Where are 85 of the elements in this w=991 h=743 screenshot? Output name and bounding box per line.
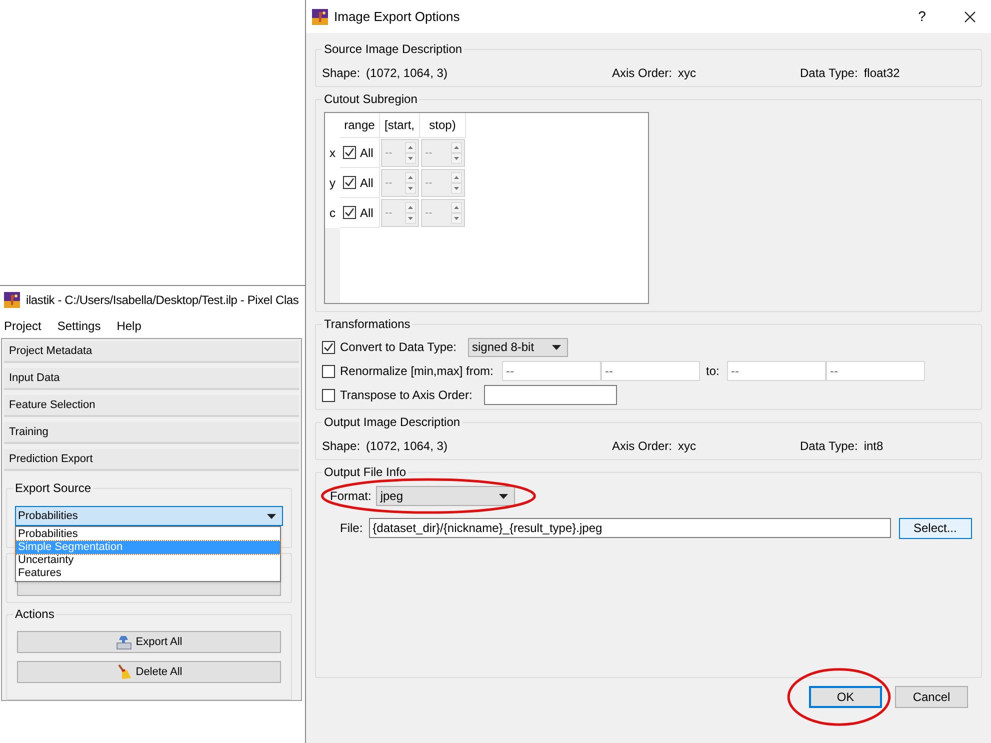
row-header: x bbox=[325, 138, 340, 168]
spin-arrows-icon bbox=[405, 142, 416, 164]
checkbox[interactable] bbox=[322, 340, 335, 354]
dropdown-value: Probabilities bbox=[18, 508, 78, 524]
field-label: File: bbox=[340, 520, 363, 537]
spin-arrows-icon bbox=[451, 142, 462, 164]
window-title: ilastik - C:/Users/Isabella/Desktop/Test.ilp - Pixel Clas bbox=[26, 292, 299, 308]
menu-item[interactable]: Settings bbox=[57, 316, 101, 334]
checkbox[interactable] bbox=[343, 206, 356, 219]
broom-icon bbox=[116, 664, 132, 680]
dropdown-value: signed 8-bit bbox=[472, 339, 534, 356]
field-label: Shape: bbox=[322, 65, 360, 82]
action-button[interactable]: Export All bbox=[17, 631, 281, 653]
window-title: Image Export Options bbox=[334, 8, 461, 26]
checkbox[interactable] bbox=[343, 146, 356, 159]
spin-arrows-icon bbox=[405, 202, 416, 224]
applet-header[interactable]: Feature Selection bbox=[4, 395, 299, 417]
checkbox-label: Convert to Data Type: bbox=[340, 339, 458, 356]
checkbox[interactable] bbox=[322, 388, 335, 402]
applet-header[interactable]: Training bbox=[4, 422, 299, 444]
checkbox-label: Transpose to Axis Order: bbox=[340, 387, 474, 404]
dropdown-option[interactable]: Probabilities bbox=[16, 528, 280, 541]
field-label: Format: bbox=[330, 488, 372, 505]
field-value: int8 bbox=[864, 438, 884, 455]
checkbox-label: All bbox=[360, 204, 374, 222]
input-field[interactable]: -- bbox=[502, 361, 601, 381]
dropdown-value: jpeg bbox=[380, 488, 404, 505]
field-value: xyc bbox=[678, 438, 696, 455]
dialog-button[interactable]: Cancel bbox=[895, 686, 968, 708]
group-title: Output Image Description bbox=[322, 415, 462, 429]
field-value: (1072, 1064, 3) bbox=[366, 438, 448, 455]
field-label: Shape: bbox=[322, 438, 360, 455]
tray-icon bbox=[116, 634, 132, 650]
input-field[interactable] bbox=[484, 385, 617, 405]
menu-item[interactable]: Project bbox=[4, 316, 42, 334]
close-icon[interactable] bbox=[964, 10, 976, 22]
app-logo-icon bbox=[4, 292, 20, 308]
column-header: range bbox=[340, 113, 380, 138]
field-label: Axis Order: bbox=[612, 438, 672, 455]
group-title: Export Source bbox=[13, 481, 94, 495]
type-dropdown[interactable]: signed 8-bit bbox=[468, 338, 568, 356]
field-value: xyc bbox=[678, 65, 696, 82]
checkbox[interactable] bbox=[322, 364, 335, 378]
field-label: Axis Order: bbox=[612, 65, 672, 82]
input-field[interactable]: -- bbox=[727, 361, 826, 381]
spin-arrows-icon bbox=[405, 172, 416, 194]
field-value: float32 bbox=[864, 65, 900, 82]
group-title: Actions bbox=[13, 607, 56, 621]
applet-header[interactable]: Prediction Export bbox=[4, 449, 299, 471]
menu-item[interactable]: Help bbox=[116, 316, 142, 334]
row-header: y bbox=[325, 168, 340, 198]
dropdown-option[interactable]: Features bbox=[16, 567, 280, 580]
group-title: Cutout Subregion bbox=[322, 92, 420, 106]
caret-icon bbox=[552, 344, 561, 350]
caret-icon bbox=[499, 494, 508, 498]
file-path-field[interactable]: {dataset_dir}/{nickname}_{result_type}.jpeg bbox=[368, 518, 891, 538]
spin-arrows-icon bbox=[451, 202, 462, 224]
field-label: to: bbox=[706, 363, 720, 380]
group-title: Source Image Description bbox=[322, 42, 464, 56]
spin-arrows-icon bbox=[451, 172, 462, 194]
field-label: Data Type: bbox=[800, 65, 858, 82]
action-button[interactable]: Delete All bbox=[17, 661, 281, 683]
format-dropdown[interactable]: jpeg bbox=[376, 486, 516, 506]
checkbox[interactable] bbox=[343, 176, 356, 189]
column-header: [start, bbox=[380, 113, 420, 138]
field-label: Data Type: bbox=[800, 438, 858, 455]
input-field[interactable]: -- bbox=[826, 361, 925, 381]
dropdown-option[interactable]: Uncertainty bbox=[16, 554, 280, 567]
checkbox-label: All bbox=[360, 144, 374, 162]
help-button[interactable]: ? bbox=[907, 6, 937, 27]
source-dropdown[interactable]: Probabilities bbox=[15, 506, 283, 526]
column-header: stop) bbox=[420, 113, 466, 138]
applet-header[interactable]: Project Metadata bbox=[4, 341, 299, 363]
field-value: (1072, 1064, 3) bbox=[366, 65, 448, 82]
caret-icon bbox=[267, 514, 276, 518]
applet-header[interactable]: Input Data bbox=[4, 368, 299, 390]
row-header: c bbox=[325, 198, 340, 228]
input-field[interactable]: -- bbox=[601, 361, 700, 381]
checkbox-label: Renormalize [min,max] from: bbox=[340, 363, 494, 380]
group-title: Transformations bbox=[322, 317, 412, 331]
dialog-button[interactable]: OK bbox=[809, 686, 882, 708]
select-button[interactable]: Select... bbox=[898, 518, 972, 538]
checkbox-label: All bbox=[360, 174, 374, 192]
app-logo-icon bbox=[312, 8, 328, 24]
group-title: Output File Info bbox=[322, 465, 408, 479]
